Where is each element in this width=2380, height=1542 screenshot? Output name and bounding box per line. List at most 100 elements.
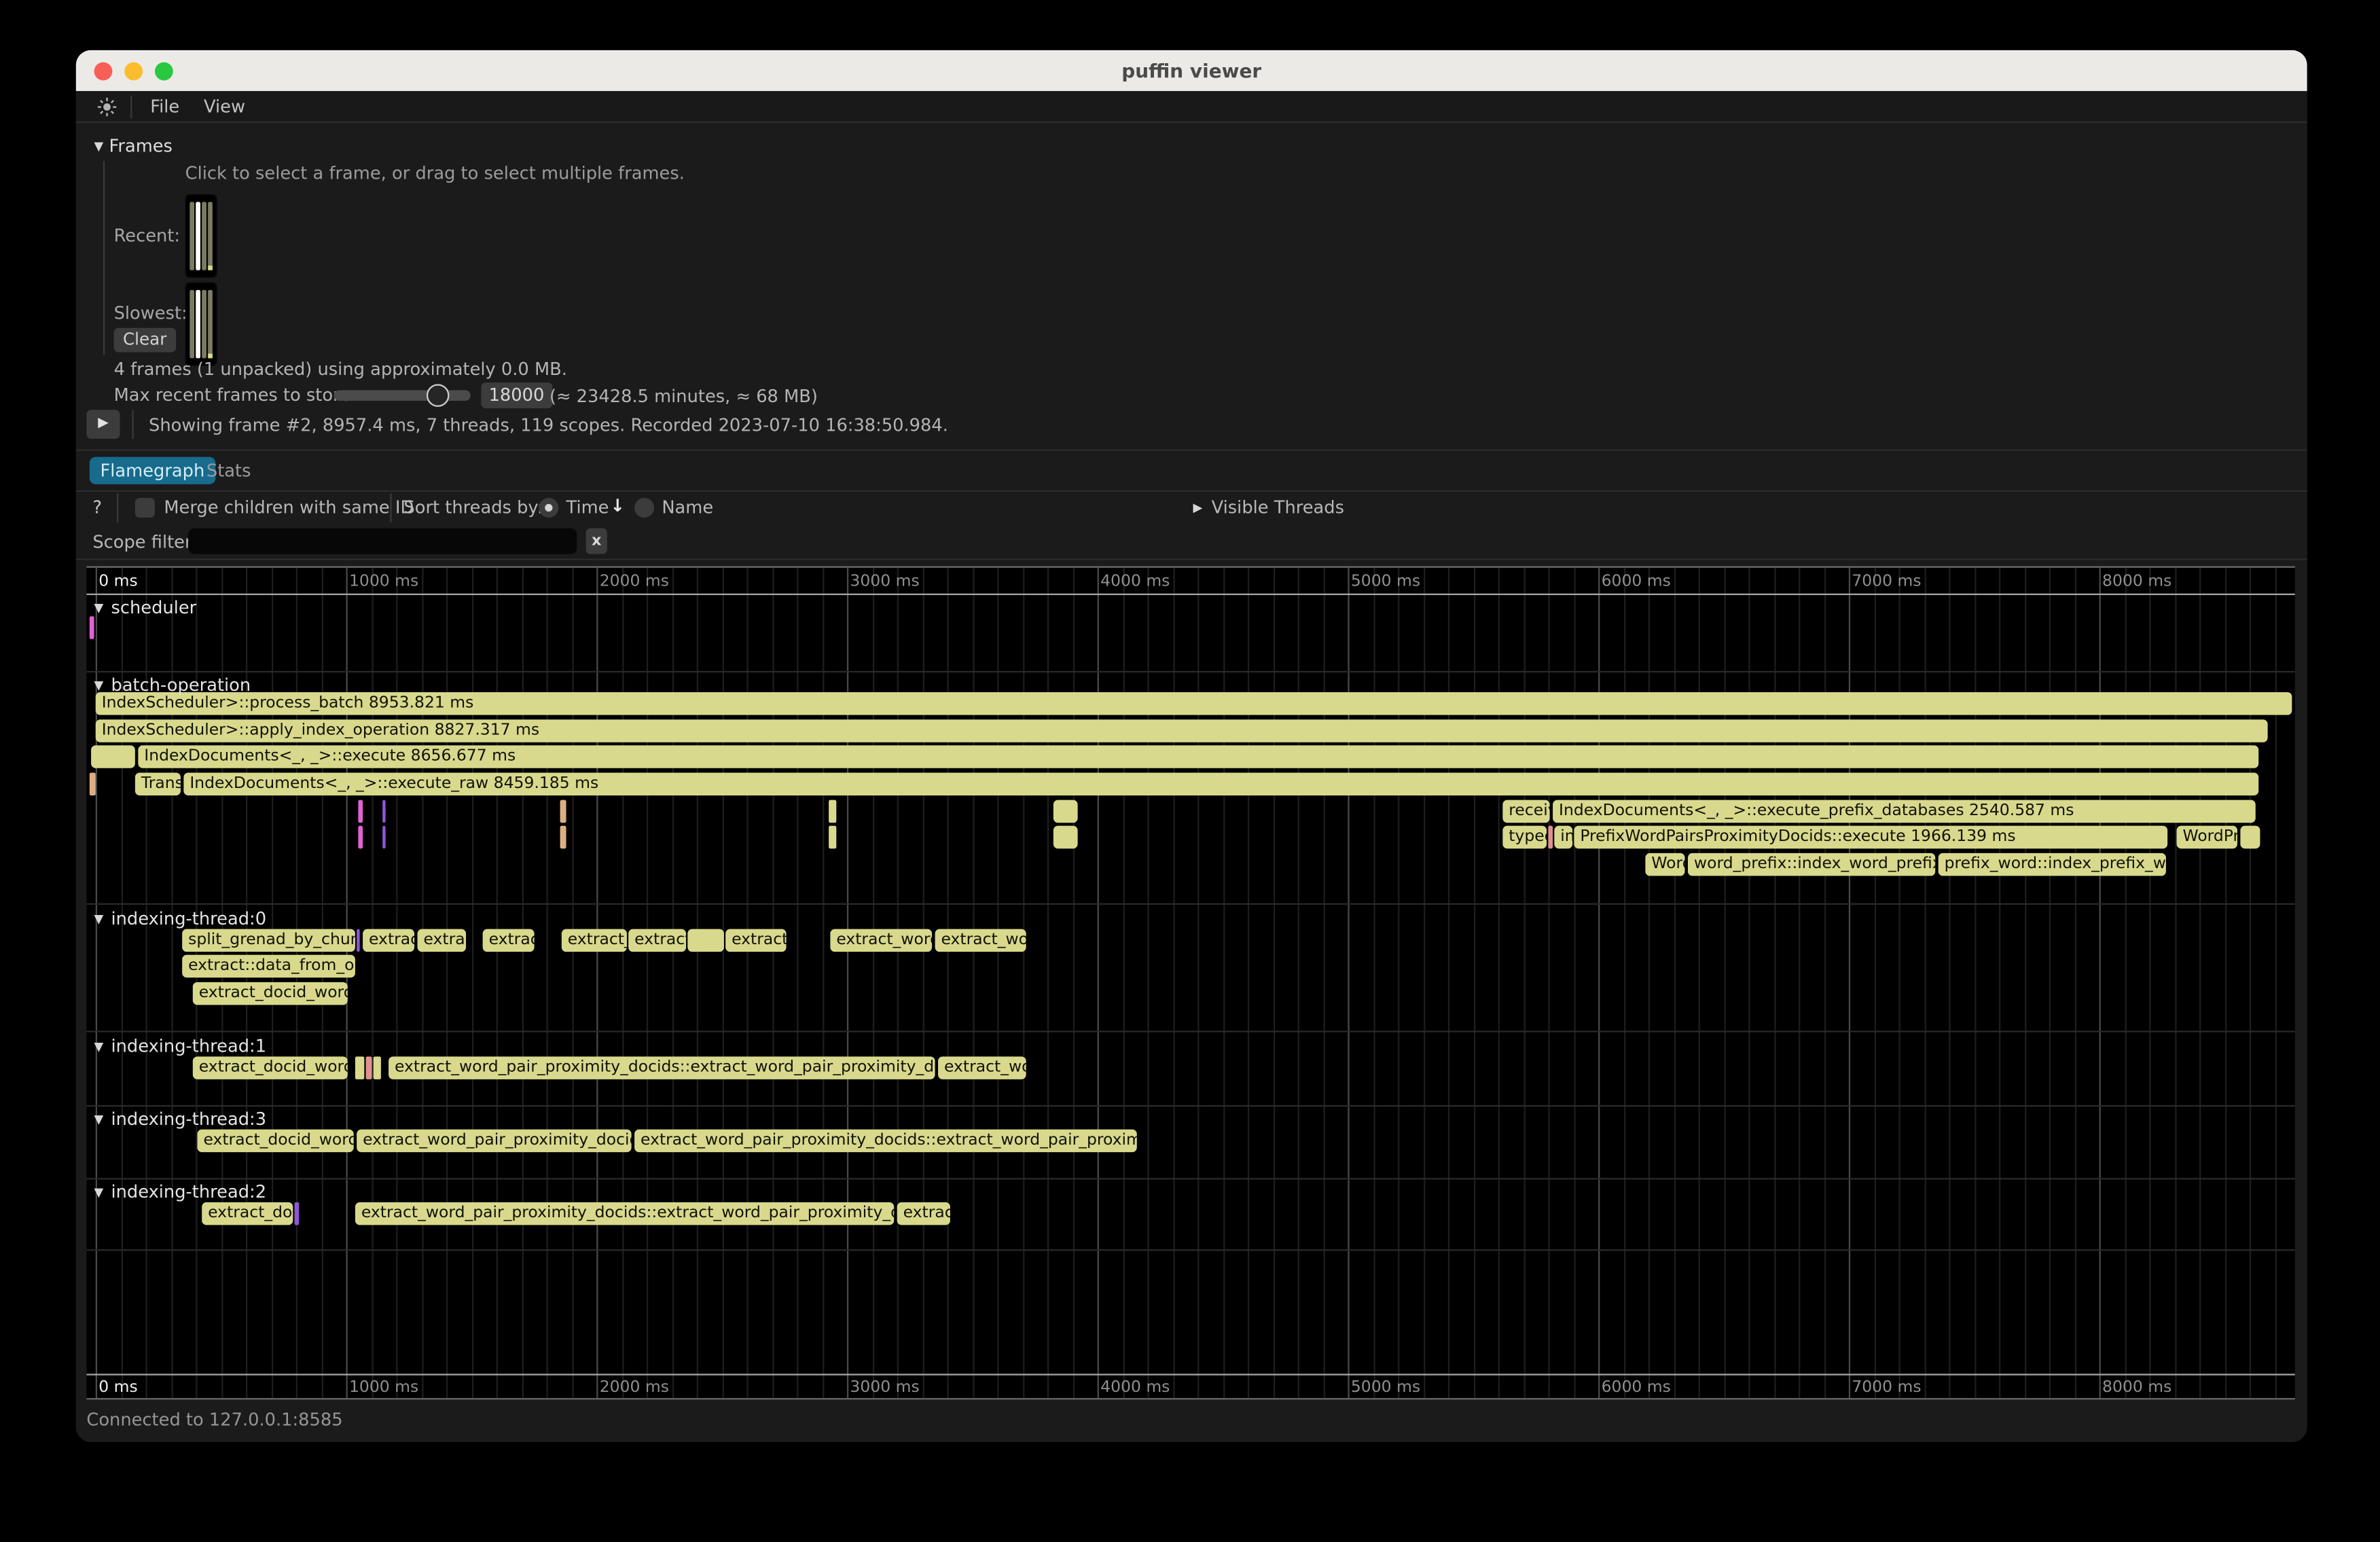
scope-bar[interactable]: extract <box>725 929 786 952</box>
time-tick-label: 2000 ms <box>600 1378 669 1397</box>
frame-bar[interactable] <box>202 290 206 359</box>
scope-bar[interactable]: IndexDocuments<_, _>::execute 8656.677 m… <box>138 745 2258 768</box>
thread-section-header[interactable]: ▼indexing-thread:3 <box>94 1108 267 1129</box>
scope-bar[interactable]: prefix_word::index_prefix_wo <box>1939 853 2166 876</box>
scope-bar[interactable]: extra <box>418 929 467 952</box>
scope-bar[interactable]: IndexScheduler>::apply_index_operation 8… <box>96 719 2268 742</box>
max-frames-slider[interactable] <box>334 390 471 401</box>
scope-bar[interactable] <box>358 826 363 849</box>
scope-bar[interactable]: word_prefix::index_word_prefix_ <box>1688 853 1935 876</box>
thread-section-header[interactable]: ▼scheduler <box>94 596 197 617</box>
clear-button[interactable]: Clear <box>114 328 176 353</box>
frames-section-header[interactable]: ▼ Frames <box>94 135 173 156</box>
merge-children-checkbox[interactable] <box>135 498 155 518</box>
scope-bar[interactable] <box>382 800 385 823</box>
slider-knob[interactable] <box>427 383 450 406</box>
play-button[interactable]: ▶ <box>86 410 120 438</box>
scope-bar[interactable]: extrac <box>897 1202 950 1225</box>
sort-by-name-radio[interactable] <box>634 498 654 518</box>
frame-bar-selected[interactable] <box>196 290 200 359</box>
scope-bar[interactable]: extract_word_pair_proximity_docids::extr… <box>634 1130 1137 1153</box>
scope-bar[interactable] <box>366 1056 372 1079</box>
frame-bar[interactable] <box>202 202 206 270</box>
frame-bar[interactable] <box>190 202 194 270</box>
showing-frame-text: Showing frame #2, 8957.4 ms, 7 threads, … <box>149 414 948 435</box>
scope-bar[interactable]: IndexDocuments<_, _>::execute_raw 8459.1… <box>183 772 2258 795</box>
frame-bar[interactable] <box>208 290 213 359</box>
scope-bar[interactable] <box>1053 826 1078 849</box>
scope-bar[interactable] <box>829 826 836 849</box>
sort-by-time-radio[interactable] <box>539 498 558 518</box>
scope-bar[interactable] <box>382 826 385 849</box>
menu-view[interactable]: View <box>192 96 257 117</box>
scope-bar[interactable] <box>560 800 566 823</box>
thread-section-header[interactable]: ▼indexing-thread:0 <box>94 908 267 929</box>
scope-bar[interactable] <box>90 616 94 639</box>
scope-bar[interactable] <box>560 826 566 849</box>
scope-bar[interactable]: extract_ <box>628 929 686 952</box>
scope-bar[interactable]: extrac <box>483 929 535 952</box>
scope-bar[interactable]: index <box>1554 826 1572 849</box>
thread-section-header[interactable]: ▼batch-operation <box>94 674 251 695</box>
scope-bar[interactable]: extract_docid_word <box>198 1130 354 1153</box>
scope-bar[interactable] <box>687 929 724 952</box>
flamegraph-canvas[interactable]: 0 ms0 ms1000 ms1000 ms2000 ms2000 ms3000… <box>86 567 2294 1400</box>
scope-bar[interactable] <box>1548 826 1553 849</box>
scope-bar[interactable]: IndexDocuments<_, _>::execute_prefix_dat… <box>1553 800 2256 823</box>
tab-stats[interactable]: Stats <box>206 460 251 481</box>
scope-bar[interactable] <box>358 800 363 823</box>
sort-descending-icon[interactable]: ↓ <box>610 495 625 516</box>
scope-bar[interactable]: receive_typed_ <box>1502 800 1549 823</box>
clear-filter-button[interactable]: x <box>586 528 607 554</box>
scope-bar[interactable]: extract::data_from_ob <box>182 955 355 978</box>
close-window-icon[interactable] <box>94 62 113 80</box>
frame-bar[interactable] <box>190 290 194 359</box>
thread-section-header[interactable]: ▼indexing-thread:2 <box>94 1181 267 1202</box>
scope-bar[interactable] <box>295 1202 300 1225</box>
time-tick-label: 1000 ms <box>349 1378 418 1397</box>
scope-bar[interactable] <box>2240 826 2260 849</box>
scope-bar[interactable]: typed_chunk::w <box>1502 826 1547 849</box>
max-frames-value[interactable]: 18000 <box>481 382 552 408</box>
slowest-frames-thumbnail[interactable] <box>185 283 217 366</box>
scope-bar[interactable]: extract_word <box>830 929 932 952</box>
time-tick-label: 3000 ms <box>850 1378 919 1397</box>
help-button[interactable]: ? <box>92 497 102 518</box>
scope-bar[interactable]: extract_doc <box>202 1202 293 1225</box>
scope-bar[interactable] <box>829 800 836 823</box>
scope-bar[interactable] <box>90 772 96 795</box>
scope-bar[interactable]: split_grenad_by_chun <box>182 929 355 952</box>
scope-bar[interactable] <box>1053 800 1078 823</box>
scope-bar[interactable]: extract_ <box>562 929 627 952</box>
scope-bar[interactable]: extract_docid_word <box>193 982 348 1005</box>
visible-threads-header[interactable]: ▶Visible Threads <box>1193 497 1344 518</box>
scope-bar[interactable]: IndexScheduler>::process_batch 8953.821 … <box>96 692 2292 715</box>
theme-toggle-button[interactable] <box>76 96 130 116</box>
frame-bar[interactable] <box>208 202 213 270</box>
scope-bar[interactable]: extract_word_pair_proximity_docids::extr… <box>355 1202 894 1225</box>
scope-bar[interactable] <box>374 1056 381 1079</box>
tab-flamegraph[interactable]: Flamegraph <box>90 457 215 484</box>
scope-bar[interactable] <box>91 745 135 768</box>
maximize-window-icon[interactable] <box>155 62 173 80</box>
scope-bar[interactable]: Trans <box>135 772 181 795</box>
scope-bar[interactable]: extract_wo <box>938 1056 1026 1079</box>
scope-bar[interactable]: extract_docid_word <box>193 1056 348 1079</box>
scope-bar[interactable] <box>355 1056 364 1079</box>
scope-bar[interactable]: extract_word_pair_proximity_docids::extr… <box>389 1056 935 1079</box>
scope-bar[interactable]: WordPr <box>2177 826 2237 849</box>
thread-section-header[interactable]: ▼indexing-thread:1 <box>94 1035 267 1056</box>
scope-bar[interactable]: extract_word_pair_proximity_docids <box>357 1130 631 1153</box>
sort-time-label[interactable]: Time <box>566 497 609 518</box>
scope-bar[interactable]: Word <box>1645 853 1684 876</box>
scope-bar[interactable]: PrefixWordPairsProximityDocids::execute … <box>1574 826 2167 849</box>
recent-frames-thumbnail[interactable] <box>185 194 217 278</box>
scope-bar[interactable] <box>357 929 359 952</box>
scope-bar[interactable]: extract_wo <box>935 929 1026 952</box>
minimize-window-icon[interactable] <box>124 62 143 80</box>
sort-name-label[interactable]: Name <box>662 497 713 518</box>
menu-file[interactable]: File <box>138 96 192 117</box>
scope-bar[interactable]: extract <box>363 929 414 952</box>
scope-filter-input[interactable] <box>188 528 577 554</box>
frame-bar-selected[interactable] <box>196 202 200 270</box>
